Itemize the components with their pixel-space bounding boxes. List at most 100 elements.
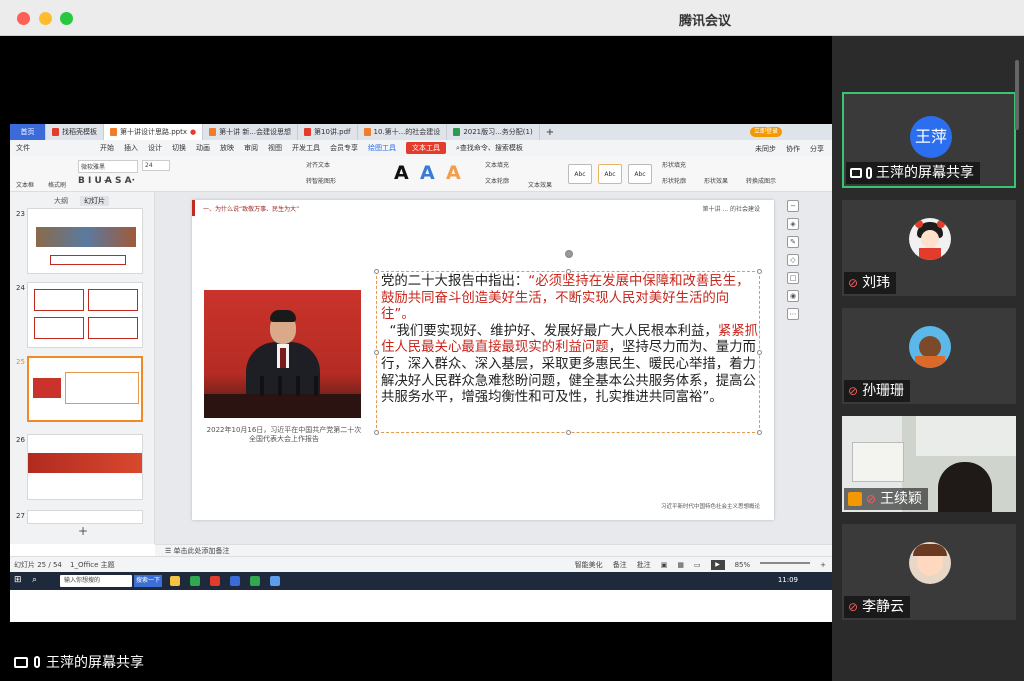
format-painter-button[interactable]: 格式刷 [48, 180, 66, 189]
play-slideshow-button[interactable]: ▶ [710, 560, 725, 570]
current-slide[interactable]: 一、为什么说“致敬万事、民生为大” 第十讲 ... 的社会建设 2022年10月… [192, 200, 774, 520]
participant-tile[interactable]: ⊘ 刘玮 [842, 200, 1016, 296]
text-effect-button[interactable]: 文本效果 [528, 180, 552, 189]
tab-spreadsheet[interactable]: 2021版习...务分配(1) [447, 124, 540, 140]
participant-tile[interactable]: ⊘ 孙珊珊 [842, 308, 1016, 404]
location-icon[interactable]: ◉ [787, 290, 799, 302]
text-style-black-a[interactable]: A [394, 162, 409, 184]
slide-thumbnail-25-selected[interactable] [27, 356, 143, 422]
layers-icon[interactable]: ◈ [787, 218, 799, 230]
menu-view[interactable]: 视图 [268, 143, 282, 153]
smart-beautify-button[interactable]: 智能美化 [575, 560, 603, 570]
view-sorter-icon[interactable]: ▦ [677, 561, 684, 569]
collapse-icon[interactable]: − [787, 200, 799, 212]
slide-thumbnail-24[interactable] [27, 282, 143, 348]
more-icon[interactable]: ⋯ [787, 308, 799, 320]
browser-icon[interactable] [270, 576, 280, 586]
menu-animation[interactable]: 动画 [196, 143, 210, 153]
menu-start[interactable]: 开始 [100, 143, 114, 153]
resize-handle[interactable] [374, 269, 379, 274]
notes-toggle-button[interactable]: 备注 [613, 560, 627, 570]
share-button[interactable]: 分享 [810, 144, 824, 154]
align-text-button[interactable]: 对齐文本 [306, 160, 330, 169]
shape-style-3[interactable]: Abc [628, 164, 652, 184]
bold-italic-underline-group[interactable]: B I U A̶ S A· [78, 176, 135, 186]
shape-style-2[interactable]: Abc [598, 164, 622, 184]
menu-drawing-tools[interactable]: 绘图工具 [368, 143, 396, 153]
zoom-level[interactable]: 85% [735, 561, 751, 569]
rotate-handle-icon[interactable] [565, 250, 573, 258]
text-fill-button[interactable]: 文本填充 [485, 160, 509, 169]
tab-pdf[interactable]: 第10讲.pdf [298, 124, 358, 140]
search-icon[interactable]: ⌕ [32, 575, 37, 585]
menu-insert[interactable]: 插入 [124, 143, 138, 153]
slide-thumbnail-23[interactable] [27, 208, 143, 274]
menu-search[interactable]: ⌕查找命令、搜索模板 [456, 143, 523, 153]
eraser-icon[interactable]: ◇ [787, 254, 799, 266]
taskbar-search-input[interactable]: 输入你想搜的 [60, 575, 132, 587]
smartart-button[interactable]: 转智能图形 [306, 176, 336, 185]
shape-fill-button[interactable]: 形状填充 [662, 160, 686, 169]
meeting-app-icon[interactable] [230, 576, 240, 586]
resize-handle[interactable] [374, 430, 379, 435]
taskbar-search-button[interactable]: 搜索一下 [134, 575, 162, 587]
view-normal-icon[interactable]: ▣ [661, 561, 668, 569]
notes-placeholder[interactable]: ☰ 单击此处添加备注 [155, 544, 832, 556]
slide-thumbnail-27[interactable] [27, 510, 143, 524]
menu-design[interactable]: 设计 [148, 143, 162, 153]
comments-toggle-button[interactable]: 批注 [637, 560, 651, 570]
tab-outline[interactable]: 大纲 [54, 196, 68, 206]
close-window-button[interactable] [17, 12, 30, 25]
resize-handle[interactable] [757, 430, 762, 435]
convert-diagram-button[interactable]: 转换成图示 [746, 176, 776, 185]
add-slide-button[interactable]: + [78, 524, 88, 538]
shape-effect-button[interactable]: 形状效果 [704, 176, 728, 185]
text-outline-button[interactable]: 文本轮廓 [485, 176, 509, 185]
speech-photo[interactable] [204, 290, 361, 418]
tab-template[interactable]: 找稻壳模板 [46, 124, 104, 140]
text-style-blue-a[interactable]: A [420, 162, 435, 184]
textbox-button[interactable]: 文本框 [16, 180, 34, 189]
frame-icon[interactable]: □ [787, 272, 799, 284]
resize-handle[interactable] [566, 269, 571, 274]
quote-textbox[interactable]: 党的二十大报告中指出：“必须坚持在发展中保障和改善民生，鼓励共同奋斗创造美好生活… [374, 250, 762, 435]
view-reading-icon[interactable]: ▭ [694, 561, 701, 569]
collab-button[interactable]: 协作 [786, 144, 800, 154]
tab-document-4[interactable]: 10.第十...的社会建设 [358, 124, 448, 140]
wps-icon[interactable] [210, 576, 220, 586]
menu-file[interactable]: 文件 [16, 143, 30, 153]
sync-status[interactable]: 未同步 [755, 144, 776, 154]
menu-text-tools[interactable]: 文本工具 [406, 142, 446, 154]
participant-tile-host[interactable]: 王萍 王萍的屏幕共享 [842, 92, 1016, 188]
wechat-icon[interactable] [250, 576, 260, 586]
login-button[interactable]: 立即登录 [749, 127, 782, 137]
minimize-window-button[interactable] [39, 12, 52, 25]
shape-style-1[interactable]: Abc [568, 164, 592, 184]
app-icon[interactable] [190, 576, 200, 586]
text-style-orange-a[interactable]: A [446, 162, 461, 184]
font-size-select[interactable]: 24 [142, 160, 170, 171]
new-tab-button[interactable]: + [540, 124, 560, 140]
panel-scrollbar[interactable] [1015, 60, 1019, 130]
participant-video-tile[interactable]: ⊘ 王续颖 [842, 416, 1016, 512]
resize-handle[interactable] [374, 350, 379, 355]
tab-home[interactable]: 首页 [10, 124, 46, 140]
tab-pptx-active[interactable]: 第十讲设计思路.pptx ● [104, 124, 204, 140]
resize-handle[interactable] [757, 269, 762, 274]
zoom-slider[interactable] [760, 562, 811, 564]
menu-slideshow[interactable]: 放映 [220, 143, 234, 153]
menu-member[interactable]: 会员专享 [330, 143, 358, 153]
menu-transition[interactable]: 切换 [172, 143, 186, 153]
pen-icon[interactable]: ✎ [787, 236, 799, 248]
tab-document-2[interactable]: 第十讲 新...会建设思想 [203, 124, 299, 140]
slide-thumbnail-26[interactable] [27, 434, 143, 500]
resize-handle[interactable] [566, 430, 571, 435]
windows-start-icon[interactable]: ⊞ [14, 575, 22, 585]
resize-handle[interactable] [757, 350, 762, 355]
font-name-select[interactable]: 微软雅黑 [78, 160, 138, 173]
folder-icon[interactable] [170, 576, 180, 586]
shape-outline-button[interactable]: 形状轮廓 [662, 176, 686, 185]
menu-devtools[interactable]: 开发工具 [292, 143, 320, 153]
zoom-window-button[interactable] [60, 12, 73, 25]
tab-slides[interactable]: 幻灯片 [80, 196, 109, 206]
